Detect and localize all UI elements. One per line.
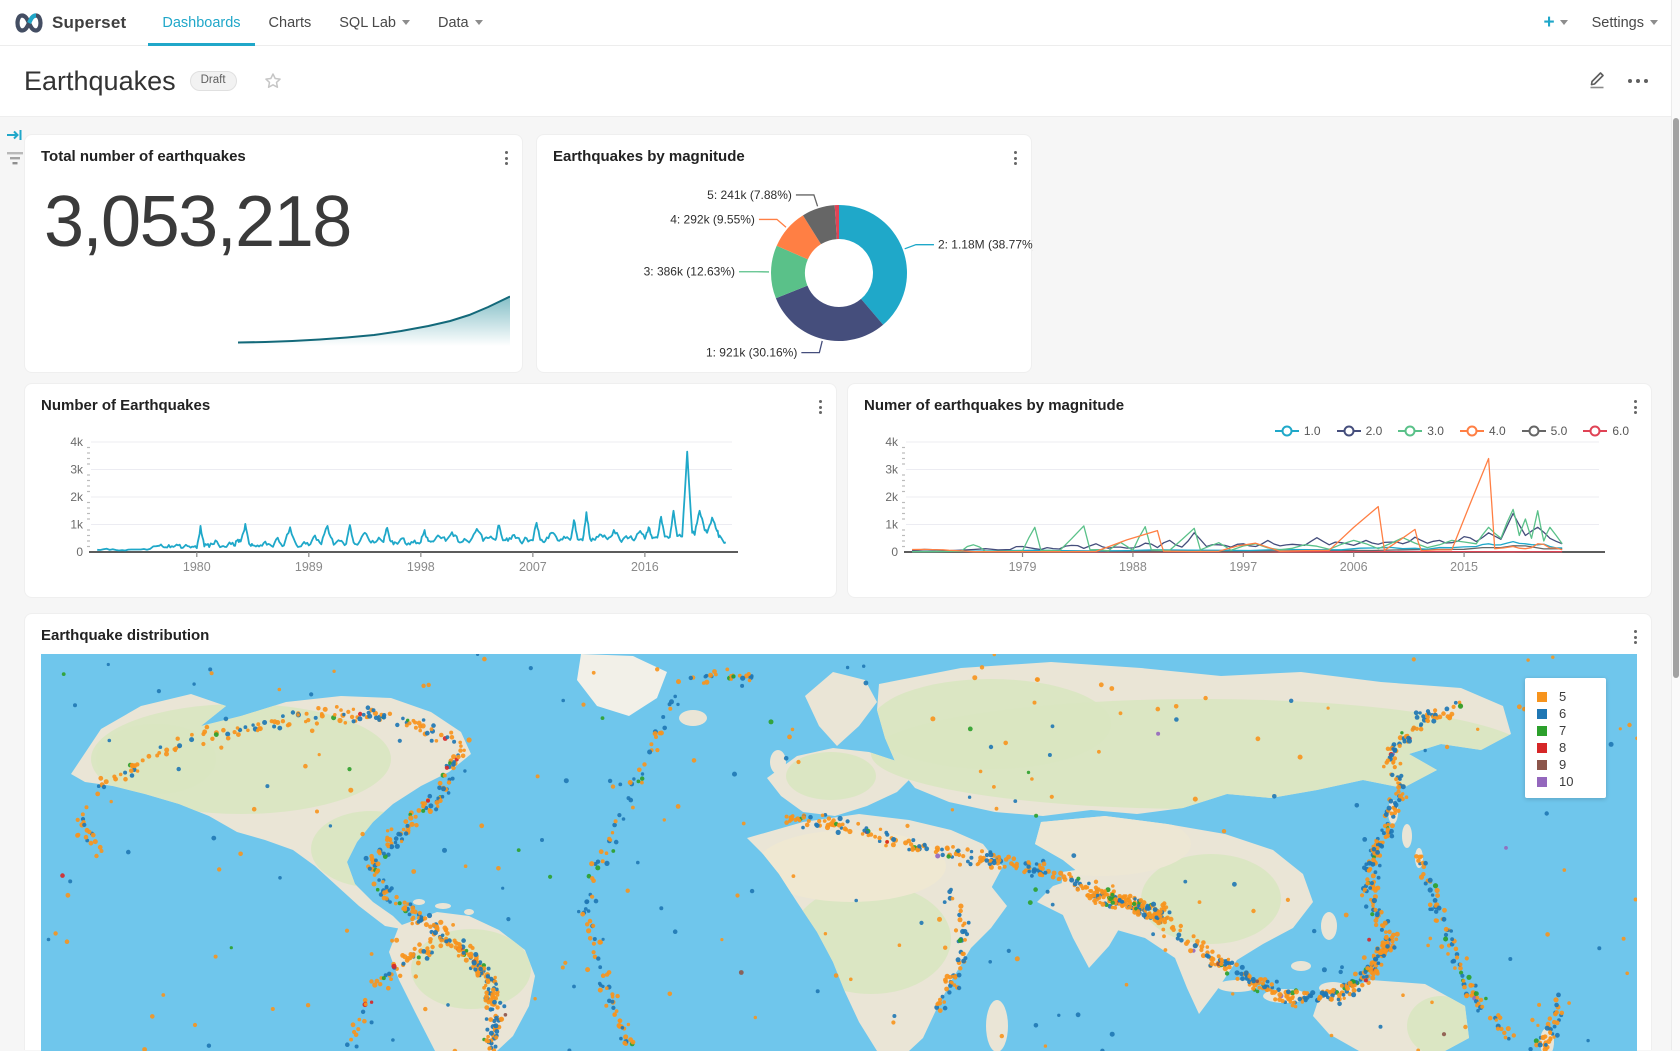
svg-text:3: 386k (12.63%): 3: 386k (12.63%)	[644, 265, 735, 279]
timeseries-chart[interactable]: 1k 2k 3k 4k 0 1980 1989 1998 2007 2016	[25, 384, 838, 599]
legend-swatch-icon	[1537, 777, 1547, 787]
favorite-star-icon[interactable]	[263, 71, 283, 91]
svg-text:1: 921k (30.16%): 1: 921k (30.16%)	[706, 346, 797, 360]
expand-filter-bar-icon[interactable]	[6, 127, 24, 148]
svg-text:4k: 4k	[70, 435, 84, 449]
nav-menu: Dashboards Charts SQL Lab Data	[148, 0, 496, 46]
more-options-icon[interactable]	[1624, 75, 1652, 87]
chart-kebab-icon[interactable]	[502, 148, 511, 168]
timeseries-chart-multi[interactable]: 1k 2k 3k 4k 0 1979 1988 1997 2006 2015	[848, 384, 1653, 599]
nav-item-data[interactable]: Data	[424, 0, 497, 46]
legend-swatch-icon	[1537, 760, 1547, 770]
chevron-down-icon	[475, 20, 483, 25]
card-earthquakes-by-magnitude: Earthquakes by magnitude 2: 1.18M (38.77…	[536, 134, 1032, 373]
page-title: Earthquakes	[24, 66, 176, 97]
donut-chart[interactable]: 2: 1.18M (38.77%) 1: 921k (30.16%) 3: 386k…	[537, 163, 1033, 368]
svg-text:0: 0	[76, 545, 83, 559]
svg-text:1k: 1k	[70, 518, 84, 532]
svg-text:1979: 1979	[1009, 560, 1037, 574]
svg-text:1988: 1988	[1119, 560, 1147, 574]
status-badge: Draft	[190, 71, 237, 91]
map-legend-item[interactable]: 8	[1537, 739, 1606, 756]
svg-text:1997: 1997	[1229, 560, 1257, 574]
edit-dashboard-icon[interactable]	[1586, 68, 1608, 95]
settings-label: Settings	[1592, 15, 1644, 31]
big-number-sparkline	[238, 288, 510, 346]
nav-item-label: Data	[438, 15, 469, 31]
nav-item-label: Dashboards	[162, 15, 240, 31]
nav-item-label: Charts	[269, 15, 312, 31]
svg-text:1980: 1980	[183, 560, 211, 574]
map-legend-item[interactable]: 7	[1537, 722, 1606, 739]
card-number-of-earthquakes: Number of Earthquakes 1k2k3k4k0198019891…	[24, 383, 837, 598]
nav-item-sql-lab[interactable]: SQL Lab	[325, 0, 424, 46]
legend-label: 9	[1559, 757, 1566, 772]
svg-text:2k: 2k	[70, 490, 84, 504]
legend-label: 7	[1559, 723, 1566, 738]
svg-text:2007: 2007	[519, 560, 547, 574]
chart-kebab-icon[interactable]	[1631, 627, 1640, 647]
svg-text:1989: 1989	[295, 560, 323, 574]
svg-text:2: 1.18M (38.77%): 2: 1.18M (38.77%)	[938, 238, 1033, 252]
map-legend: 5 6 7 8 9 10	[1525, 678, 1606, 798]
svg-text:2016: 2016	[631, 560, 659, 574]
legend-label: 5	[1559, 689, 1566, 704]
new-button[interactable]: +	[1543, 13, 1567, 32]
chart-title: Total number of earthquakes	[41, 148, 246, 165]
legend-swatch-icon	[1537, 743, 1547, 753]
card-total-earthquakes: Total number of earthquakes 3,053,218	[24, 134, 523, 373]
nav-item-label: SQL Lab	[339, 15, 396, 31]
nav-item-charts[interactable]: Charts	[255, 0, 326, 46]
svg-text:3k: 3k	[70, 463, 84, 477]
svg-text:2k: 2k	[885, 490, 899, 504]
svg-text:3k: 3k	[885, 463, 899, 477]
dashboard-header: Earthquakes Draft	[0, 46, 1680, 117]
map-legend-item[interactable]: 5	[1537, 688, 1606, 705]
brand-name[interactable]: Superset	[52, 13, 126, 33]
svg-text:0: 0	[891, 545, 898, 559]
svg-text:2015: 2015	[1450, 560, 1478, 574]
svg-text:1998: 1998	[407, 560, 435, 574]
legend-swatch-icon	[1537, 726, 1547, 736]
map-legend-item[interactable]: 6	[1537, 705, 1606, 722]
chevron-down-icon	[1650, 20, 1658, 25]
superset-logo[interactable]: Superset	[14, 13, 126, 33]
svg-text:4k: 4k	[885, 435, 899, 449]
chevron-down-icon	[1560, 20, 1568, 25]
legend-label: 10	[1559, 774, 1573, 789]
legend-label: 6	[1559, 706, 1566, 721]
world-map[interactable]	[41, 654, 1637, 1051]
legend-label: 8	[1559, 740, 1566, 755]
infinity-logo-icon	[14, 13, 44, 33]
nav-item-dashboards[interactable]: Dashboards	[148, 0, 254, 46]
card-earthquakes-by-magnitude-timeseries: Numer of earthquakes by magnitude 1.0 2.…	[847, 383, 1652, 598]
chevron-down-icon	[402, 20, 410, 25]
chart-title: Earthquake distribution	[41, 627, 209, 644]
top-nav: Superset Dashboards Charts SQL Lab Data …	[0, 0, 1680, 46]
card-earthquake-distribution: Earthquake distribution 5 6 7 8 9 10	[24, 613, 1652, 1050]
scrollbar[interactable]	[1671, 0, 1680, 1050]
big-number-value: 3,053,218	[44, 181, 351, 263]
plus-icon: +	[1543, 13, 1554, 32]
svg-text:2006: 2006	[1340, 560, 1368, 574]
map-legend-item[interactable]: 9	[1537, 756, 1606, 773]
scrollbar-thumb[interactable]	[1673, 118, 1679, 678]
legend-swatch-icon	[1537, 709, 1547, 719]
svg-text:5: 241k (7.88%): 5: 241k (7.88%)	[707, 188, 792, 202]
svg-text:4: 292k (9.55%): 4: 292k (9.55%)	[670, 212, 755, 226]
legend-swatch-icon	[1537, 692, 1547, 702]
map-legend-item[interactable]: 10	[1537, 773, 1606, 790]
filter-icon[interactable]	[6, 150, 24, 171]
settings-menu[interactable]: Settings	[1592, 15, 1658, 31]
svg-text:1k: 1k	[885, 518, 899, 532]
